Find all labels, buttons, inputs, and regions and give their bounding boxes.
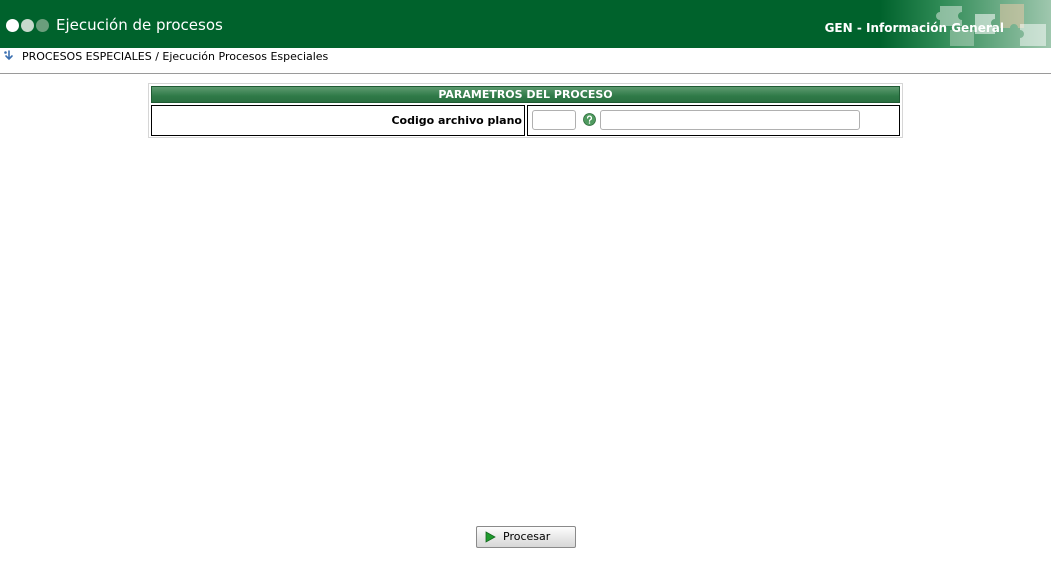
process-button-label: Procesar [503, 530, 551, 543]
help-icon[interactable] [583, 113, 596, 126]
dot-icon [21, 19, 34, 32]
process-button[interactable]: Procesar [476, 526, 576, 548]
dot-icon [36, 19, 49, 32]
value-cell [527, 105, 900, 136]
description-input[interactable] [600, 110, 860, 130]
section-title: PARAMETROS DEL PROCESO [151, 86, 900, 103]
label-cell: Codigo archivo plano [151, 105, 525, 136]
window-dots [6, 19, 49, 32]
code-input[interactable] [532, 110, 576, 130]
page-title: Ejecución de procesos [56, 16, 223, 34]
app-header: Ejecución de procesos GEN - Información … [0, 0, 1051, 48]
process-parameters-panel: PARAMETROS DEL PROCESO Codigo archivo pl… [148, 83, 903, 138]
dot-icon [6, 19, 19, 32]
field-label: Codigo archivo plano [391, 114, 522, 127]
play-icon [485, 531, 496, 543]
module-title: GEN - Información General [824, 21, 1004, 35]
breadcrumb-text: PROCESOS ESPECIALES / Ejecución Procesos… [22, 50, 329, 63]
info-down-icon [4, 50, 13, 61]
